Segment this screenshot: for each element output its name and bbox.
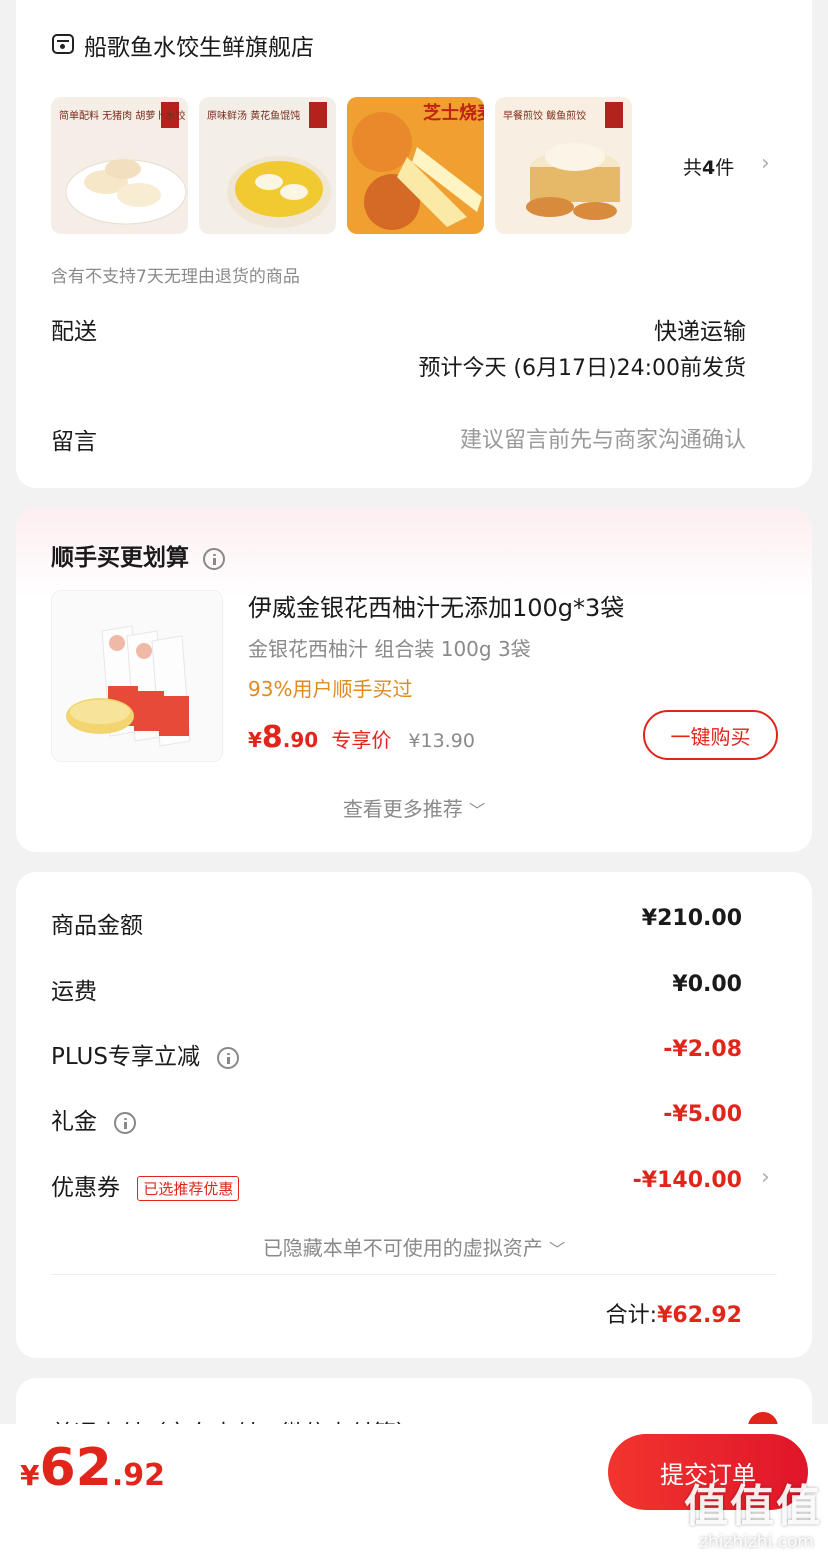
message-input[interactable]: 建议留言前先与商家沟通确认 (460, 422, 746, 454)
recommend-price: ¥8.90 专享价 ¥13.90 (248, 720, 475, 755)
row-goods-amount-value: ¥210.00 (641, 906, 742, 931)
row-gift-money: 礼金 (51, 1102, 137, 1136)
price-symbol: ¥ (248, 728, 262, 752)
one-click-buy-button[interactable]: 一键购买 (643, 710, 778, 760)
recommend-title-text: 顺手买更划算 (51, 545, 189, 571)
chevron-right-icon[interactable]: › (761, 151, 770, 176)
recommend-product-name[interactable]: 伊威金银花西柚汁无添加100g*3袋 (248, 588, 624, 623)
more-recommend-link[interactable]: 查看更多推荐 ﹀ (16, 793, 812, 822)
thumb-text: 简单配料 无猪肉 胡萝卜水饺 (59, 109, 185, 122)
row-plus-discount-value: -¥2.08 (663, 1037, 742, 1062)
store-icon (52, 34, 74, 54)
delivery-label: 配送 (51, 319, 97, 345)
divider (51, 1274, 777, 1275)
thumb-text: 原味鲜汤 黄花鱼馄饨 (207, 109, 300, 122)
original-price: ¥13.90 (408, 730, 475, 752)
social-proof: 93%用户顺手买过 (248, 677, 413, 701)
hidden-assets-link[interactable]: 已隐藏本单不可使用的虚拟资产 ﹀ (16, 1232, 812, 1261)
more-recommend-text: 查看更多推荐 (342, 797, 463, 821)
coupon-tag: 已选推荐优惠 (137, 1176, 240, 1201)
hidden-assets-text: 已隐藏本单不可使用的虚拟资产 (262, 1236, 543, 1260)
price-tag: 专享价 (331, 728, 392, 752)
store-card: 船歌鱼水饺生鲜旗舰店 简单配料 无猪肉 胡萝卜水饺 原味鲜汤 黄花鱼馄饨 芝士烧… (16, 0, 812, 488)
bottom-price-dec: .92 (111, 1458, 166, 1493)
row-shipping-label: 运费 (51, 979, 97, 1005)
chevron-right-icon[interactable]: › (761, 1165, 770, 1190)
item-count-prefix: 共 (683, 157, 703, 179)
info-icon[interactable] (217, 1046, 240, 1069)
price-int: 8 (261, 720, 283, 755)
product-thumb[interactable]: 早餐煎饺 鲅鱼煎饺 (495, 97, 632, 234)
delivery-method[interactable]: 快递运输 (654, 312, 746, 346)
price-dec: .90 (282, 728, 319, 752)
info-icon[interactable] (203, 547, 226, 570)
bottom-price-int: 62 (39, 1438, 112, 1498)
product-thumb[interactable]: 原味鲜汤 黄花鱼馄饨 (199, 97, 336, 234)
watermark-logo: 值值值 (684, 1481, 822, 1532)
watermark-site: zhizhizhi.com (699, 1532, 814, 1552)
item-count-suffix: 件 (715, 157, 735, 179)
info-icon[interactable] (114, 1111, 137, 1134)
row-coupon[interactable]: 优惠券 已选推荐优惠 (51, 1168, 240, 1202)
thumb-text: 早餐煎饺 鲅鱼煎饺 (503, 109, 586, 122)
total: 合计:¥62.92 (606, 1297, 742, 1329)
recommend-title: 顺手买更划算 (51, 538, 226, 572)
row-plus-discount: PLUS专享立减 (51, 1037, 240, 1071)
thumb-text: 芝士烧麦 (423, 102, 484, 124)
row-coupon-label: 优惠券 (51, 1175, 120, 1201)
item-count-number: 4 (702, 157, 716, 179)
chevron-down-icon: ﹀ (549, 1240, 566, 1259)
recommend-card: 顺手买更划算 伊威金银花西柚汁无添加100g*3袋 金银花西柚汁 组合装 100… (16, 508, 812, 852)
bottom-bar: ¥62.92 提交订单 值值值 zhizhizhi.com (0, 1424, 828, 1560)
bottom-total-price: ¥62.92 (20, 1438, 165, 1498)
row-goods-amount-label: 商品金额 (51, 913, 143, 939)
total-value: ¥62.92 (657, 1303, 742, 1328)
store-name[interactable]: 船歌鱼水饺生鲜旗舰店 (84, 28, 314, 62)
row-gift-money-value: -¥5.00 (663, 1102, 742, 1127)
recommend-product-spec: 金银花西柚汁 组合装 100g 3袋 (248, 637, 531, 661)
product-thumb[interactable]: 芝士烧麦 (347, 97, 484, 234)
delivery-eta: 预计今天 (6月17日)24:00前发货 (418, 356, 746, 381)
item-count[interactable]: 共4件 (683, 153, 734, 180)
row-shipping-value: ¥0.00 (672, 972, 742, 997)
recommend-product-image[interactable] (51, 590, 223, 762)
row-coupon-value[interactable]: -¥140.00 (633, 1168, 742, 1193)
return-notice: 含有不支持7天无理由退货的商品 (51, 267, 300, 287)
chevron-down-icon: ﹀ (469, 801, 486, 820)
message-label: 留言 (51, 429, 97, 455)
bottom-price-symbol: ¥ (20, 1459, 40, 1492)
row-plus-discount-label: PLUS专享立减 (51, 1044, 200, 1070)
product-thumb[interactable]: 简单配料 无猪肉 胡萝卜水饺 (51, 97, 188, 234)
row-gift-money-label: 礼金 (51, 1109, 97, 1135)
price-summary-card: 商品金额 ¥210.00 运费 ¥0.00 PLUS专享立减 -¥2.08 礼金… (16, 872, 812, 1358)
total-label: 合计: (605, 1303, 658, 1328)
